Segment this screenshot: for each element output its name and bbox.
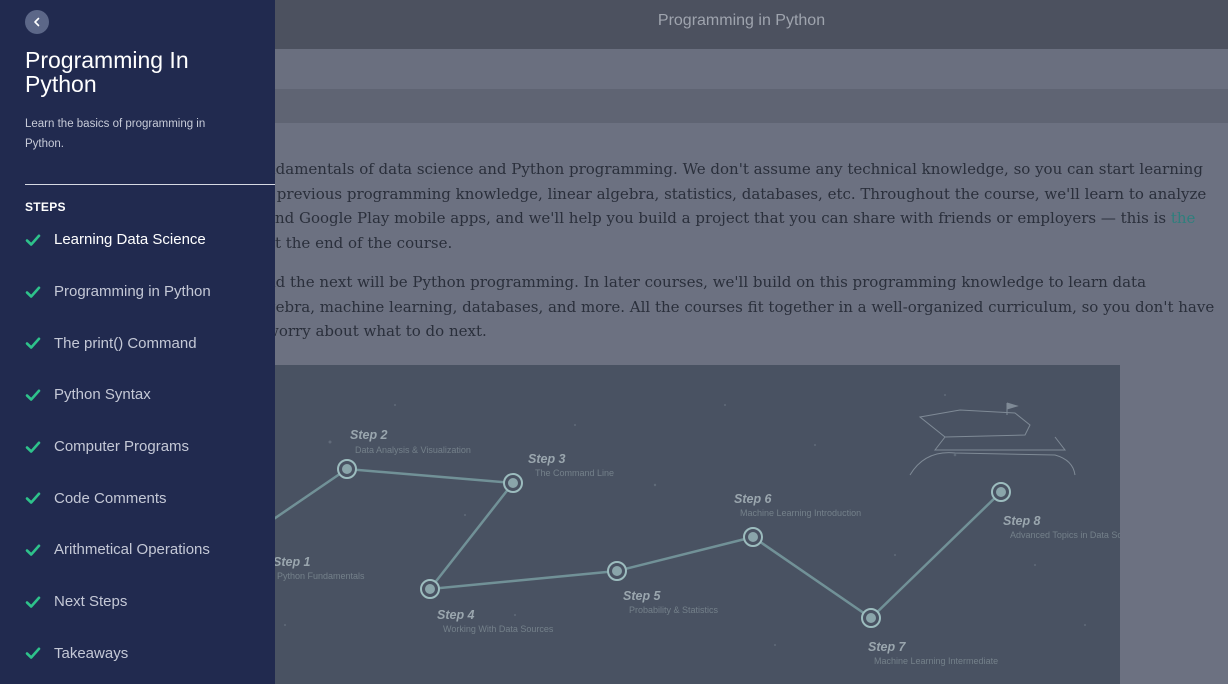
step-label: Step 6 xyxy=(734,492,773,506)
step-label: Step 1 xyxy=(273,555,311,569)
step-item-code-comments[interactable]: Code Comments xyxy=(25,472,275,524)
roadmap-illustration: Step 1 Python Fundamentals Step 2 Data A… xyxy=(255,365,1120,684)
step-item-programming-in-python[interactable]: Programming in Python xyxy=(25,266,275,318)
step-subtitle: Working With Data Sources xyxy=(443,624,554,634)
step-subtitle: Probability & Statistics xyxy=(629,605,719,615)
step-label: Programming in Python xyxy=(54,283,211,301)
step-label: Step 2 xyxy=(350,428,388,442)
step-subtitle: Advanced Topics in Data Science xyxy=(1010,530,1120,540)
paragraph-line: nd the next will be Python programming. … xyxy=(266,273,1147,291)
step-label: Takeaways xyxy=(54,644,129,662)
step-node xyxy=(991,482,1011,502)
step-node xyxy=(607,561,627,581)
step-node xyxy=(503,473,523,493)
check-icon xyxy=(25,647,41,660)
step-label: The print() Command xyxy=(54,334,197,352)
step-item-next-steps[interactable]: Next Steps xyxy=(25,576,275,628)
inline-link[interactable]: the xyxy=(1171,209,1196,227)
divider xyxy=(25,184,275,185)
step-node xyxy=(337,459,357,479)
check-icon xyxy=(25,441,41,453)
step-node xyxy=(420,579,440,599)
chevron-left-icon xyxy=(34,17,40,27)
step-label: Computer Programs xyxy=(54,438,190,456)
step-subtitle: Machine Learning Intermediate xyxy=(874,656,998,666)
step-item-arithmetical-operations[interactable]: Arithmetical Operations xyxy=(25,524,275,576)
step-label: Step 3 xyxy=(528,452,566,466)
step-subtitle: Data Analysis & Visualization xyxy=(355,445,471,455)
steps-list: Learning Data Science Programming in Pyt… xyxy=(25,214,275,679)
course-sidebar: Programming In Python Learn the basics o… xyxy=(0,0,275,684)
check-icon xyxy=(25,389,41,401)
step-item-python-syntax[interactable]: Python Syntax xyxy=(25,369,275,421)
step-subtitle: Machine Learning Introduction xyxy=(740,508,861,518)
page-title: Programming in Python xyxy=(657,12,826,29)
roadmap-nodes xyxy=(337,459,1011,628)
step-item-print-command[interactable]: The print() Command xyxy=(25,317,275,369)
step-item-computer-programs[interactable]: Computer Programs xyxy=(25,421,275,473)
check-icon xyxy=(25,234,41,246)
step-subtitle: The Command Line xyxy=(535,468,614,478)
step-item-takeaways[interactable]: Takeaways xyxy=(25,628,275,680)
step-label: Learning Data Science xyxy=(54,231,206,249)
check-icon xyxy=(25,286,41,298)
step-label: Step 4 xyxy=(437,608,475,622)
paragraph-line: t previous programming knowledge, linear… xyxy=(266,184,1207,203)
paragraph-text: and Google Play mobile apps, and we'll h… xyxy=(266,209,1171,227)
step-label: Code Comments xyxy=(54,489,167,507)
step-node xyxy=(861,608,881,628)
check-icon xyxy=(25,337,41,350)
paragraph-line: gebra, machine learning, databases, and … xyxy=(266,297,1215,316)
check-icon xyxy=(25,492,41,505)
paragraph-line: at the end of the course. xyxy=(266,233,453,252)
step-item-learning-data-science[interactable]: Learning Data Science xyxy=(25,214,275,266)
destination-sketch xyxy=(909,402,1076,476)
step-label: Step 8 xyxy=(1003,514,1041,528)
paragraph-line: and Google Play mobile apps, and we'll h… xyxy=(266,206,1216,231)
back-button[interactable] xyxy=(25,10,49,34)
paragraph-line: ndamentals of data science and Python pr… xyxy=(266,160,1203,178)
check-icon xyxy=(25,596,41,608)
step-label: Arithmetical Operations xyxy=(54,541,210,559)
step-node xyxy=(743,527,763,547)
course-title: Programming In Python xyxy=(25,47,189,97)
roadmap-graphic: Step 1 Python Fundamentals Step 2 Data A… xyxy=(264,394,1120,666)
check-icon xyxy=(25,544,41,556)
step-subtitle: Python Fundamentals xyxy=(277,571,365,581)
step-label: Step 5 xyxy=(623,589,662,603)
lesson-paragraph-2: nd the next will be Python programming. … xyxy=(266,270,1216,344)
course-description: Learn the basics of programming in Pytho… xyxy=(25,118,206,150)
paragraph-line: worry about what to do next. xyxy=(266,322,487,340)
step-label: Next Steps xyxy=(54,593,128,611)
lesson-paragraph-1: ndamentals of data science and Python pr… xyxy=(266,157,1216,255)
step-label: Python Syntax xyxy=(54,386,151,404)
step-label: Step 7 xyxy=(868,640,907,654)
steps-heading: STEPS xyxy=(25,200,66,214)
